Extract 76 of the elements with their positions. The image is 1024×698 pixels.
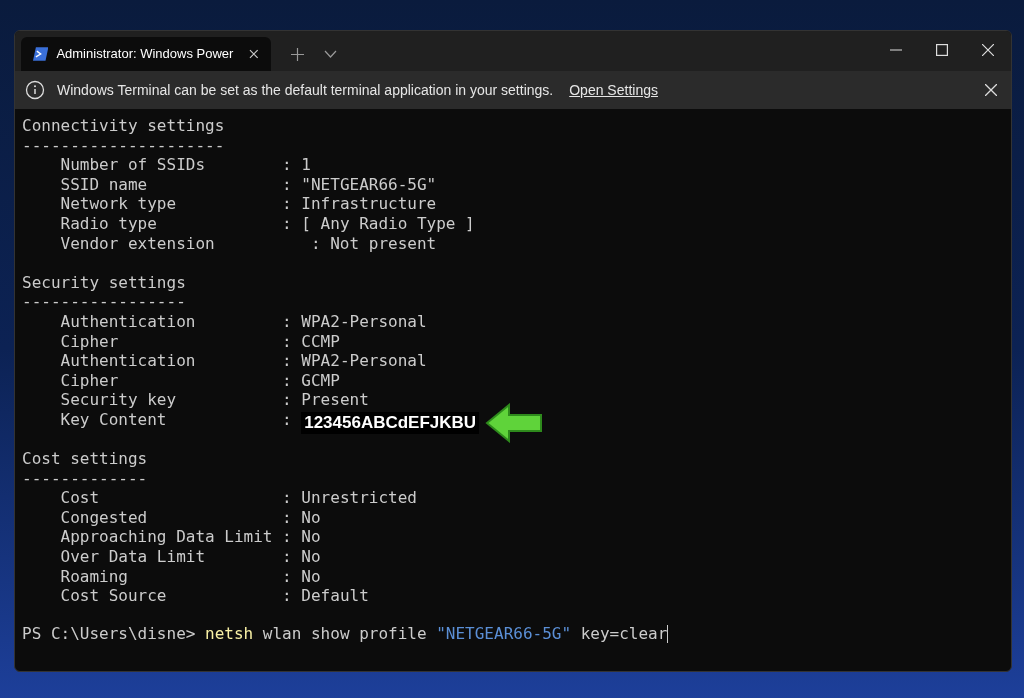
section-heading: Security settings bbox=[22, 272, 186, 292]
separator-colon: : bbox=[310, 233, 321, 254]
heading-underline: ----------------- bbox=[22, 292, 186, 312]
section-heading: Connectivity settings bbox=[22, 116, 225, 135]
setting-value: "NETGEAR66-5G" bbox=[301, 174, 437, 195]
setting-value: No bbox=[301, 547, 321, 567]
setting-label: Key Content bbox=[60, 409, 167, 430]
separator-colon: : bbox=[282, 409, 292, 430]
separator-colon: : bbox=[282, 194, 292, 214]
tab-title: Administrator: Windows Power bbox=[56, 45, 234, 64]
setting-value: Unrestricted bbox=[301, 488, 417, 508]
separator-colon: : bbox=[282, 566, 292, 587]
setting-label: Cost Source bbox=[60, 586, 167, 606]
setting-value: No bbox=[301, 507, 321, 528]
separator-colon: : bbox=[282, 213, 292, 234]
dropdown-icon[interactable] bbox=[324, 50, 337, 58]
setting-value: [ Any Radio Type ] bbox=[301, 213, 475, 234]
info-message: Windows Terminal can be set as the default terminal application in your settings. bbox=[57, 80, 554, 100]
setting-value: No bbox=[301, 527, 321, 548]
setting-label: Security key bbox=[60, 390, 177, 410]
setting-label: Cipher bbox=[60, 370, 119, 391]
heading-underline: ------------- bbox=[22, 468, 148, 488]
maximize-icon[interactable] bbox=[936, 44, 948, 56]
separator-colon: : bbox=[282, 155, 292, 175]
setting-label: Approaching Data Limit bbox=[60, 527, 273, 548]
arrow-icon bbox=[485, 402, 544, 443]
quoted-argument: "NETGEAR66-5G" bbox=[436, 624, 572, 645]
separator-colon: : bbox=[282, 370, 292, 391]
close-icon[interactable] bbox=[982, 44, 994, 56]
setting-label: Cost bbox=[60, 488, 100, 508]
setting-value: WPA2-Personal bbox=[301, 311, 427, 332]
section-heading: Cost settings bbox=[22, 449, 148, 469]
key-content-value: 123456ABCdEFJKBU bbox=[301, 411, 480, 434]
text-cursor bbox=[667, 625, 669, 644]
setting-value: Default bbox=[301, 586, 369, 606]
separator-colon: : bbox=[282, 311, 292, 332]
setting-label: Radio type bbox=[60, 213, 157, 234]
close-icon[interactable] bbox=[249, 49, 259, 59]
separator-colon: : bbox=[282, 351, 292, 371]
setting-value: GCMP bbox=[301, 370, 340, 391]
open-settings-link[interactable]: Open Settings bbox=[569, 79, 658, 101]
setting-value: Infrastructure bbox=[301, 194, 437, 214]
separator-colon: : bbox=[282, 488, 292, 508]
command-option: key=clear bbox=[580, 624, 668, 645]
setting-value: Present bbox=[301, 390, 369, 410]
setting-label: Network type bbox=[60, 194, 177, 214]
setting-label: Authentication bbox=[60, 311, 196, 332]
setting-label: Authentication bbox=[60, 351, 196, 371]
setting-label: Cipher bbox=[60, 331, 119, 352]
setting-label: Number of SSIDs bbox=[60, 155, 206, 175]
setting-value: 1 bbox=[301, 155, 311, 175]
setting-label: Congested bbox=[60, 507, 148, 528]
info-icon bbox=[25, 80, 45, 100]
separator-colon: : bbox=[282, 527, 292, 548]
setting-value: No bbox=[301, 566, 321, 587]
setting-label: Vendor extension bbox=[60, 233, 215, 254]
terminal-tab[interactable]: Administrator: Windows Power bbox=[21, 37, 271, 71]
heading-underline: --------------------- bbox=[22, 135, 225, 155]
separator-colon: : bbox=[282, 331, 292, 352]
separator-colon: : bbox=[282, 174, 292, 195]
command-name: netsh bbox=[205, 624, 254, 645]
command-arguments: wlan show profile bbox=[262, 624, 427, 645]
powershell-icon bbox=[33, 47, 49, 61]
setting-label: Over Data Limit bbox=[60, 547, 206, 567]
separator-colon: : bbox=[282, 507, 292, 528]
setting-value: WPA2-Personal bbox=[301, 351, 427, 371]
new-tab-icon[interactable] bbox=[291, 47, 304, 61]
separator-colon: : bbox=[282, 390, 292, 410]
setting-label: SSID name bbox=[60, 174, 148, 195]
setting-label: Roaming bbox=[60, 566, 128, 587]
separator-colon: : bbox=[282, 547, 292, 567]
prompt-path: PS C:\Users\disne> bbox=[22, 624, 196, 645]
setting-value: CCMP bbox=[301, 331, 340, 352]
setting-value: Not present bbox=[330, 233, 437, 254]
close-icon[interactable] bbox=[985, 84, 997, 96]
separator-colon: : bbox=[282, 586, 292, 606]
